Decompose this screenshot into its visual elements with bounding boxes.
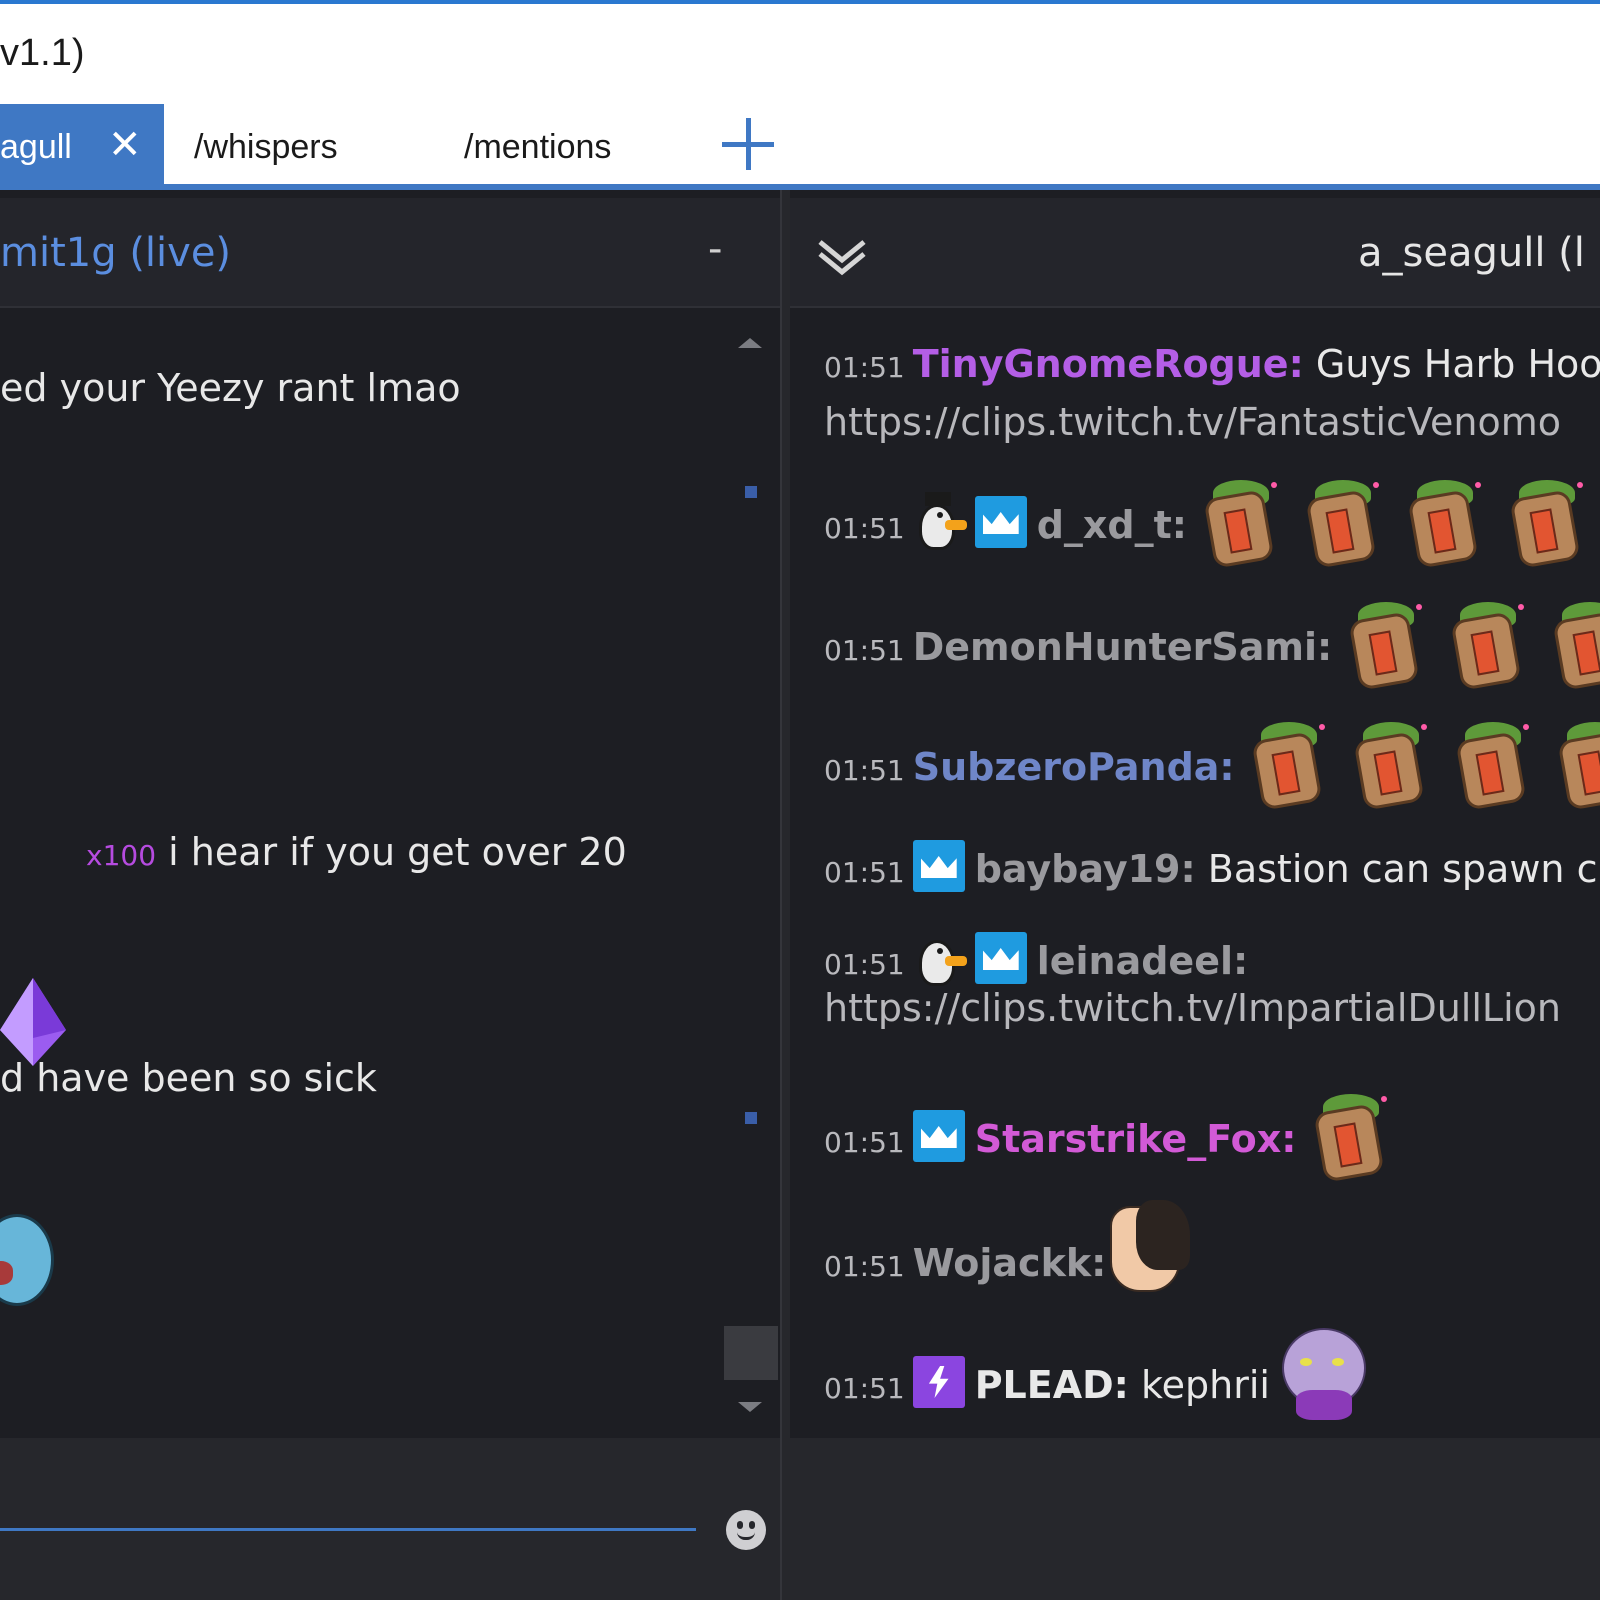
message-text: kephrii bbox=[1140, 1363, 1270, 1407]
message-link[interactable]: https://clips.twitch.tv/ImpartialDullLio… bbox=[824, 986, 1561, 1030]
split-divider[interactable] bbox=[780, 190, 790, 1600]
timestamp: 01:51 bbox=[824, 351, 905, 384]
scroll-highlight-mark bbox=[745, 1112, 757, 1124]
username[interactable]: Starstrike_Fox: bbox=[975, 1117, 1297, 1161]
chat-message: 01:51 leinadeel: bbox=[824, 926, 1248, 988]
split-header[interactable]: a_seagull (l bbox=[790, 198, 1600, 308]
chat-message: 01:51 DemonHunterSami: bbox=[824, 596, 1600, 691]
chat-message: d have been so sick bbox=[0, 1056, 377, 1100]
close-icon[interactable]: ✕ bbox=[108, 104, 142, 186]
window-titlebar: v1.1) bbox=[0, 0, 1600, 104]
fridge-emote-icon[interactable] bbox=[1199, 474, 1281, 569]
fridge-emote-icon[interactable] bbox=[1446, 596, 1528, 691]
chat-message: 01:51 d_xd_t: bbox=[824, 474, 1600, 569]
username[interactable]: DemonHunterSami: bbox=[913, 625, 1332, 669]
timestamp: 01:51 bbox=[824, 634, 905, 667]
message-text: ed your Yeezy rant lmao bbox=[0, 366, 461, 410]
message-text: i hear if you get over 20 bbox=[168, 830, 627, 874]
emoji-icon[interactable] bbox=[726, 1510, 766, 1550]
split-left: mit1g (live) - ed your Yeezy rant lmao \… bbox=[0, 190, 780, 1600]
tab-label: /whispers bbox=[194, 128, 338, 166]
message-text: Bastion can spawn c bbox=[1207, 847, 1598, 891]
scroll-up-arrow[interactable] bbox=[738, 338, 762, 348]
fridge-emote-icon[interactable] bbox=[1349, 716, 1431, 811]
wojack-emote-icon[interactable] bbox=[1106, 1200, 1191, 1294]
chat-message: x100 i hear if you get over 20 bbox=[86, 830, 627, 874]
blob-emote-icon bbox=[0, 1214, 54, 1306]
fridge-emote-icon[interactable] bbox=[1451, 716, 1533, 811]
timestamp: 01:51 bbox=[824, 948, 905, 981]
tab-whispers[interactable]: /whispers bbox=[194, 104, 338, 186]
username[interactable]: baybay19: bbox=[975, 847, 1196, 891]
channel-title: a_seagull (l bbox=[1358, 230, 1585, 276]
tab-label: /mentions bbox=[464, 128, 612, 166]
chat-message: 01:51 TinyGnomeRogue: Guys Harb Hoo bbox=[824, 342, 1600, 386]
timestamp: 01:51 bbox=[824, 1372, 905, 1405]
username[interactable]: PLEAD: bbox=[975, 1363, 1129, 1407]
timestamp: 01:51 bbox=[824, 1250, 905, 1283]
chat-message: 01:51 baybay19: Bastion can spawn c bbox=[824, 840, 1597, 892]
penguin-badge[interactable] bbox=[913, 926, 967, 988]
chat-message: 01:51 Starstrike_Fox: bbox=[824, 1088, 1411, 1183]
chevron-down-icon[interactable] bbox=[816, 236, 868, 276]
crown-badge[interactable] bbox=[974, 496, 1027, 548]
username[interactable]: leinadeel: bbox=[1037, 939, 1249, 983]
crown-badge[interactable] bbox=[912, 840, 965, 892]
plus-icon[interactable] bbox=[722, 118, 774, 170]
channel-title: mit1g (live) bbox=[0, 230, 232, 276]
scroll-highlight-mark bbox=[745, 486, 757, 498]
fridge-emote-icon[interactable] bbox=[1309, 1088, 1391, 1183]
tab-mentions[interactable]: /mentions bbox=[464, 104, 611, 186]
fridge-emote-icon[interactable] bbox=[1548, 596, 1600, 691]
message-link[interactable]: https://clips.twitch.tv/FantasticVenomo bbox=[824, 400, 1561, 444]
fridge-emote-icon[interactable] bbox=[1344, 596, 1426, 691]
timestamp: 01:51 bbox=[824, 1126, 905, 1159]
penguin-badge[interactable] bbox=[913, 490, 967, 552]
crown-badge[interactable] bbox=[912, 1110, 965, 1162]
fridge-emote-icon[interactable] bbox=[1403, 474, 1485, 569]
prime-badge[interactable] bbox=[912, 1356, 965, 1408]
fridge-emote-icon[interactable] bbox=[1553, 716, 1600, 811]
fridge-emote-icon[interactable] bbox=[1301, 474, 1383, 569]
message-text: Guys Harb Hoo bbox=[1315, 342, 1600, 386]
scrollbar-thumb[interactable] bbox=[724, 1326, 778, 1380]
chat-input-field[interactable] bbox=[0, 1528, 696, 1531]
chat-input-area[interactable] bbox=[0, 1438, 780, 1600]
fridge-emote-icon[interactable] bbox=[1247, 716, 1329, 811]
chat-input-area[interactable] bbox=[790, 1438, 1600, 1600]
split-menu-button[interactable]: - bbox=[708, 226, 722, 272]
chat-message: ed your Yeezy rant lmao bbox=[0, 366, 461, 410]
chat-message: 01:51 PLEAD: kephrii bbox=[824, 1328, 1370, 1424]
crown-badge[interactable] bbox=[974, 932, 1027, 984]
tab-bar: agull ✕ /whispers /mentions bbox=[0, 104, 1600, 186]
username[interactable]: TinyGnomeRogue: bbox=[913, 342, 1304, 386]
purple-face-emote-icon[interactable] bbox=[1278, 1328, 1370, 1424]
message-text: d have been so sick bbox=[0, 1056, 377, 1100]
username[interactable]: SubzeroPanda: bbox=[913, 745, 1235, 789]
tab-label: agull bbox=[0, 128, 72, 166]
chat-message: 01:51 Wojackk: bbox=[824, 1200, 1191, 1294]
username[interactable]: d_xd_t: bbox=[1037, 503, 1187, 547]
chat-message: 01:51 SubzeroPanda: bbox=[824, 716, 1600, 811]
scroll-down-arrow[interactable] bbox=[738, 1402, 762, 1412]
split-right: a_seagull (l 01:51 TinyGnomeRogue: Guys H… bbox=[790, 190, 1600, 1600]
timestamp: 01:51 bbox=[824, 512, 905, 545]
bits-count: x100 bbox=[86, 839, 157, 872]
timestamp: 01:51 bbox=[824, 754, 905, 787]
bits-gem-icon bbox=[0, 978, 66, 1066]
tab-seagull[interactable]: agull ✕ bbox=[0, 104, 164, 186]
fridge-emote-icon[interactable] bbox=[1505, 474, 1587, 569]
timestamp: 01:51 bbox=[824, 856, 905, 889]
username[interactable]: Wojackk: bbox=[913, 1241, 1107, 1285]
window-title: v1.1) bbox=[0, 32, 85, 74]
split-header[interactable]: mit1g (live) - bbox=[0, 198, 780, 308]
